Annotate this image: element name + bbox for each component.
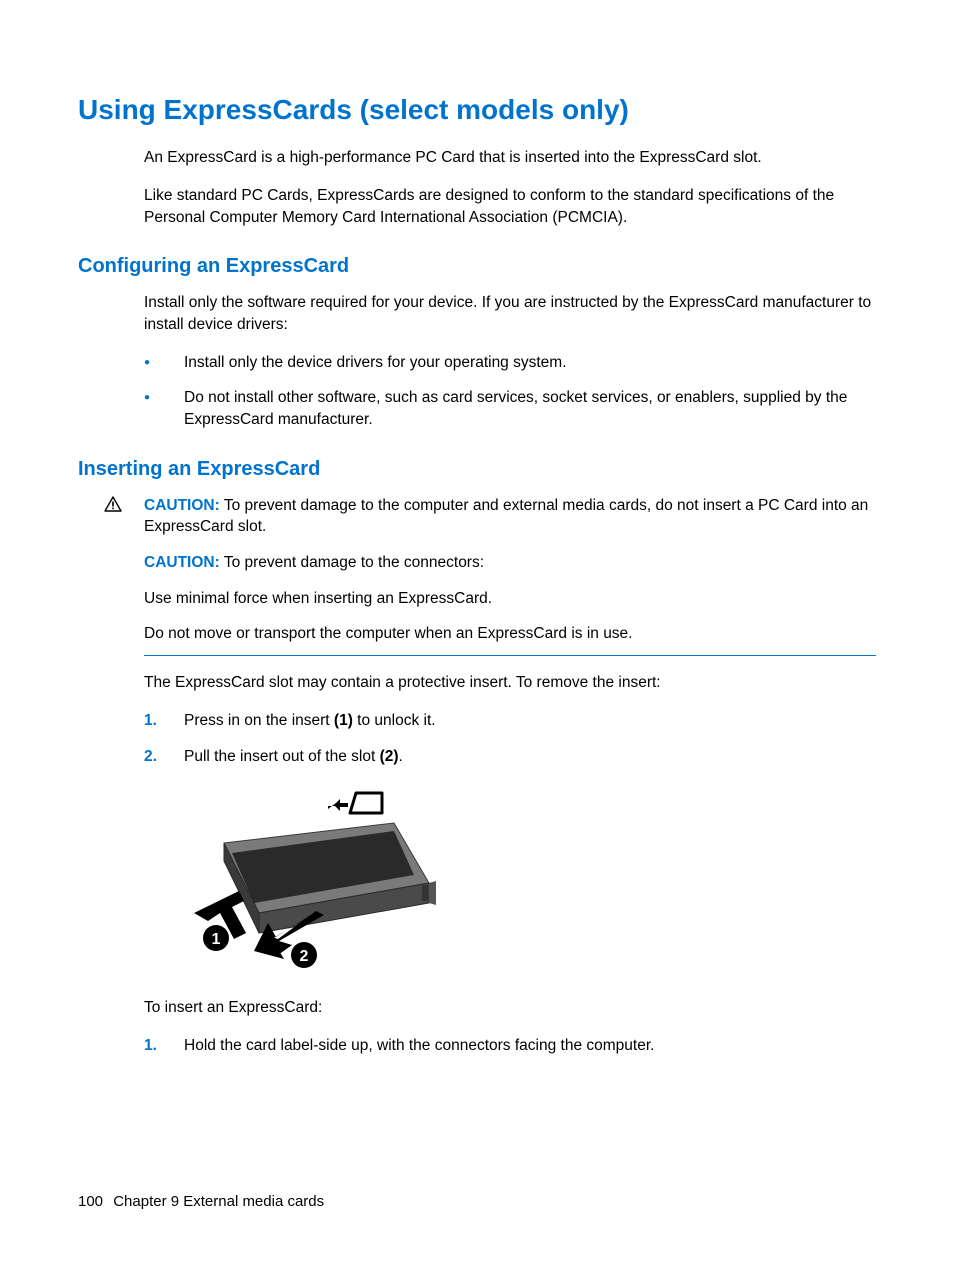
page-number: 100 xyxy=(78,1193,103,1210)
caution-block: CAUTION: To prevent damage to the comput… xyxy=(144,495,876,656)
caution-label: CAUTION: xyxy=(144,554,220,571)
step-text: . xyxy=(399,748,403,765)
step-number: 1. xyxy=(144,1035,157,1057)
intro-paragraph-2: Like standard PC Cards, ExpressCards are… xyxy=(144,185,876,228)
page-footer: 100 Chapter 9 External media cards xyxy=(78,1191,324,1212)
chapter-label: Chapter 9 External media cards xyxy=(113,1193,324,1210)
remove-insert-paragraph: The ExpressCard slot may contain a prote… xyxy=(144,672,876,694)
list-item: Install only the device drivers for your… xyxy=(144,352,876,374)
caution-text: To prevent damage to the connectors: xyxy=(224,554,484,571)
svg-text:2: 2 xyxy=(300,948,309,965)
list-item: Do not install other software, such as c… xyxy=(144,387,876,430)
step-bold: (2) xyxy=(380,748,399,765)
svg-text:1: 1 xyxy=(212,931,221,948)
configure-bullet-list: Install only the device drivers for your… xyxy=(144,352,876,431)
caution-icon xyxy=(104,496,122,519)
step-number: 2. xyxy=(144,746,157,768)
caution-text: To prevent damage to the computer and ex… xyxy=(144,497,868,536)
step-text: to unlock it. xyxy=(353,712,436,729)
caution-label: CAUTION: xyxy=(144,497,220,514)
intro-paragraph-1: An ExpressCard is a high-performance PC … xyxy=(144,147,876,169)
remove-insert-steps: 1. Press in on the insert (1) to unlock … xyxy=(144,710,876,767)
page-title: Using ExpressCards (select models only) xyxy=(78,90,876,129)
step-text: Hold the card label-side up, with the co… xyxy=(184,1037,654,1054)
configure-paragraph: Install only the software required for y… xyxy=(144,292,876,335)
list-item: 1. Press in on the insert (1) to unlock … xyxy=(144,710,876,732)
insert-steps: 1. Hold the card label-side up, with the… xyxy=(144,1035,876,1057)
section-heading-insert: Inserting an ExpressCard xyxy=(78,455,876,483)
list-item: 1. Hold the card label-side up, with the… xyxy=(144,1035,876,1057)
insert-intro-paragraph: To insert an ExpressCard: xyxy=(144,997,876,1019)
expresscard-figure: 1 2 xyxy=(184,783,876,980)
caution-line: Use minimal force when inserting an Expr… xyxy=(144,588,876,610)
step-text: Pull the insert out of the slot xyxy=(184,748,380,765)
step-bold: (1) xyxy=(334,712,353,729)
list-item: 2. Pull the insert out of the slot (2). xyxy=(144,746,876,768)
caution-line: Do not move or transport the computer wh… xyxy=(144,623,876,645)
step-number: 1. xyxy=(144,710,157,732)
step-text: Press in on the insert xyxy=(184,712,334,729)
section-heading-configure: Configuring an ExpressCard xyxy=(78,252,876,280)
